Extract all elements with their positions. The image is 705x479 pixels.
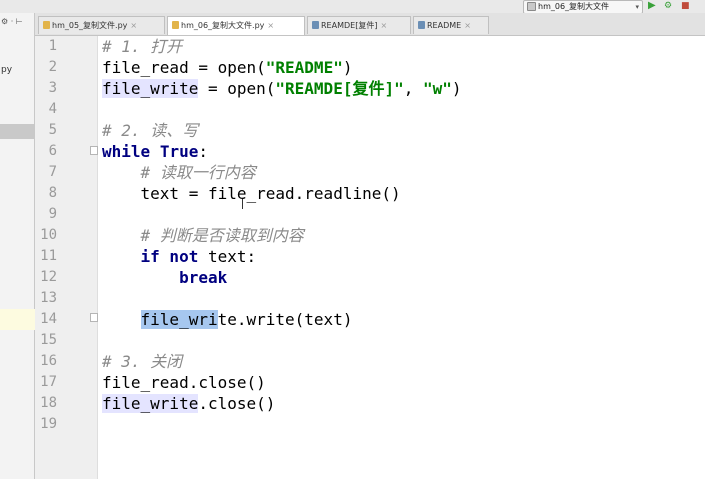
code-line-7[interactable]: # 读取一行内容 (102, 162, 256, 183)
tab-label: REAMDE[复件] (321, 21, 378, 30)
stop-icon[interactable]: ■ (681, 0, 690, 12)
code-line-6[interactable]: while True: (102, 141, 208, 162)
tab-reamde-copy[interactable]: REAMDE[复件] × (307, 16, 411, 34)
line-number[interactable]: 2 (35, 57, 57, 78)
line-number[interactable]: 15 (35, 330, 57, 351)
line-number[interactable]: 16 (35, 351, 57, 372)
python-config-icon (527, 2, 536, 11)
mouse-text-cursor (242, 199, 243, 209)
debug-icon[interactable]: ⚙ (664, 0, 672, 12)
close-icon[interactable]: × (130, 21, 137, 30)
code-line-11[interactable]: if not text: (102, 246, 257, 267)
code-line-18[interactable]: file_write.close() (102, 393, 275, 414)
text-file-icon (418, 20, 425, 29)
close-icon[interactable]: × (267, 21, 274, 30)
tab-label: hm_06_复制大文件.py (181, 21, 265, 30)
python-file-icon (172, 20, 179, 29)
code-line-2[interactable]: file_read = open("README") (102, 57, 352, 78)
code-line-5[interactable]: # 2. 读、写 (102, 120, 198, 141)
code-line-17[interactable]: file_read.close() (102, 372, 266, 393)
tab-readme[interactable]: README × (413, 16, 489, 34)
line-number[interactable]: 4 (35, 99, 57, 120)
close-icon[interactable]: × (380, 21, 387, 30)
line-number[interactable]: 18 (35, 393, 57, 414)
line-number[interactable]: 5 (35, 120, 57, 141)
line-number[interactable]: 1 (35, 36, 57, 57)
code-line-10[interactable]: # 判断是否读取到内容 (102, 225, 304, 246)
code-line-16[interactable]: # 3. 关闭 (102, 351, 182, 372)
code-editor[interactable]: # 1. 打开 file_read = open("README") file_… (98, 36, 705, 479)
line-number[interactable]: 14 (35, 309, 57, 330)
code-line-14[interactable]: file_write.write(text) (102, 309, 352, 330)
line-number[interactable]: 19 (35, 414, 57, 435)
line-number[interactable]: 12 (35, 267, 57, 288)
line-number[interactable]: 8 (35, 183, 57, 204)
line-number-gutter[interactable]: 1 2 3 4 5 6 7 8 9 10 11 12 13 14 15 16 17 18 19 (35, 36, 98, 479)
line-number[interactable]: 7 (35, 162, 57, 183)
chevron-down-icon: ▾ (635, 3, 639, 11)
line-number[interactable]: 13 (35, 288, 57, 309)
close-icon[interactable]: × (464, 21, 471, 30)
code-line-8[interactable]: text = file_read.readline() (102, 183, 401, 204)
run-configuration-selector[interactable]: hm_06_复制大文件 ▾ (523, 0, 643, 14)
line-number[interactable]: 11 (35, 246, 57, 267)
tab-hm06[interactable]: hm_06_复制大文件.py × (167, 16, 305, 35)
project-panel: ⚙ · ⊢ py (0, 13, 35, 479)
fold-marker-icon[interactable] (90, 313, 98, 322)
main-toolbar: hm_06_复制大文件 ▾ ▶ ⚙ ■ (0, 0, 705, 14)
tab-hm05[interactable]: hm_05_复制文件.py × (38, 16, 165, 34)
editor-tab-bar: hm_05_复制文件.py × hm_06_复制大文件.py × REAMDE[复件… (35, 13, 705, 36)
fold-marker-icon[interactable] (90, 146, 98, 155)
project-selected-row[interactable] (0, 124, 34, 139)
line-number[interactable]: 10 (35, 225, 57, 246)
line-number[interactable]: 6 (35, 141, 57, 162)
run-configuration-label: hm_06_复制大文件 (538, 2, 610, 11)
line-number[interactable]: 9 (35, 204, 57, 225)
code-line-1[interactable]: # 1. 打开 (102, 36, 182, 57)
tab-label: README (427, 21, 462, 30)
text-selection: file_wri (140, 310, 218, 329)
code-line-3[interactable]: file_write = open("REAMDE[复件]", "w") (102, 78, 462, 99)
code-line-12[interactable]: break (102, 267, 227, 288)
line-number[interactable]: 3 (35, 78, 57, 99)
line-number[interactable]: 17 (35, 372, 57, 393)
run-icon[interactable]: ▶ (648, 0, 656, 12)
project-file-suffix[interactable]: py (1, 65, 12, 75)
project-settings-icon[interactable]: ⚙ · ⊢ (1, 17, 23, 26)
text-file-icon (312, 20, 319, 29)
python-file-icon (43, 20, 50, 29)
tab-label: hm_05_复制文件.py (52, 21, 128, 30)
